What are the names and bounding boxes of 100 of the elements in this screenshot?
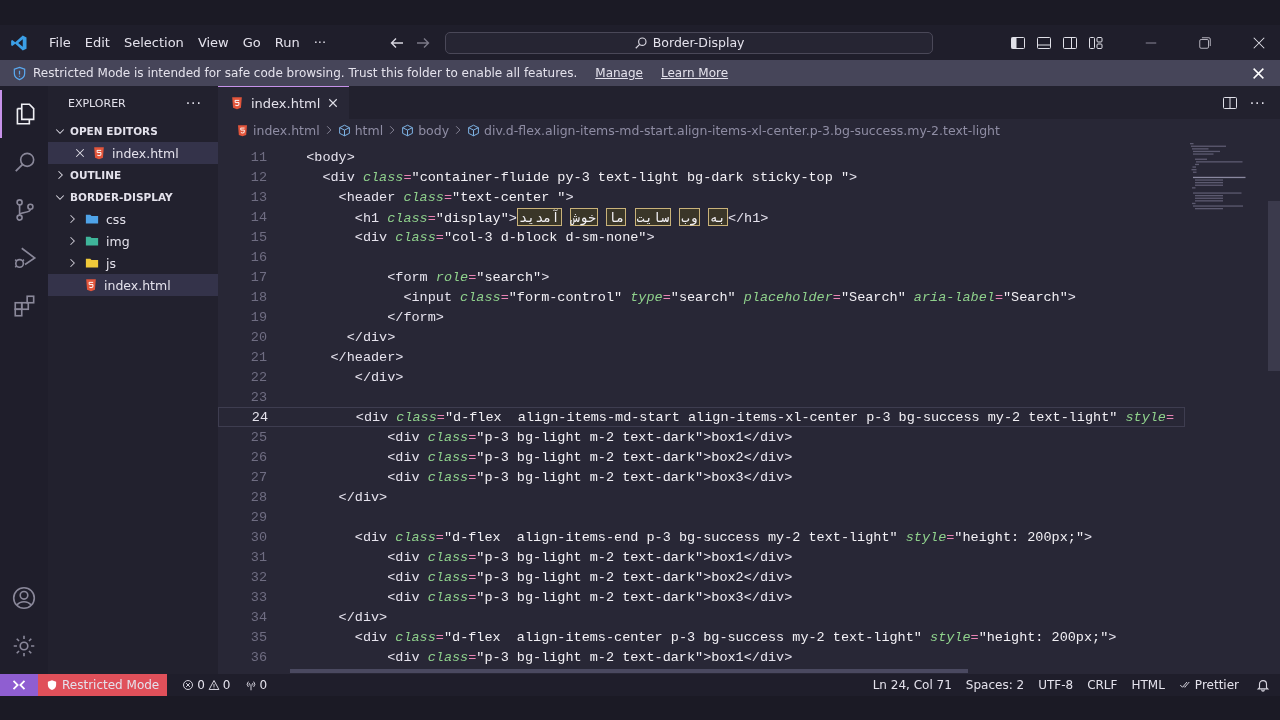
horizontal-scrollbar[interactable] [290, 669, 968, 673]
close-icon[interactable] [1252, 35, 1266, 50]
close-icon[interactable] [327, 97, 340, 109]
code-line: <div class="p-3 bg-light m-2 text-dark">box1</div> [386, 649, 793, 665]
section-title: OPEN EDITORS [70, 125, 158, 137]
status-item[interactable]: UTF-8 [1031, 678, 1081, 692]
sidebar-toggle-icon[interactable] [1010, 34, 1026, 51]
code-line: </div> [345, 329, 396, 345]
line-number: 33 [249, 589, 268, 605]
problems-status[interactable]: 0 0 [175, 678, 238, 692]
menu-item[interactable]: ··· [306, 35, 334, 50]
menu-item[interactable]: Go [235, 35, 268, 50]
cube-icon [337, 123, 351, 137]
line-number: 20 [249, 329, 268, 345]
file-tree-item[interactable]: index.html [48, 274, 218, 296]
split-editor-icon[interactable] [1221, 94, 1238, 111]
code-line: <body> [305, 149, 355, 165]
error-icon [182, 679, 195, 691]
more-actions-button[interactable]: ··· [1249, 94, 1266, 111]
line-number: 32 [249, 569, 268, 585]
line-number: 30 [249, 529, 268, 545]
status-item[interactable]: HTML [1124, 678, 1172, 692]
menu-item[interactable]: Selection [116, 35, 191, 50]
file-name: index.html [112, 145, 179, 161]
breadcrumb-label: index.html [253, 122, 320, 138]
line-number: 19 [249, 309, 268, 325]
double-check-icon [1178, 679, 1192, 691]
line-number: 13 [249, 189, 268, 205]
status-item[interactable]: Ln 24, Col 71 [865, 678, 959, 692]
section-header[interactable]: OPEN EDITORS [48, 120, 218, 142]
line-number: 24 [250, 409, 269, 425]
line-number: 36 [249, 649, 268, 665]
account-icon[interactable] [11, 585, 37, 611]
menu-item[interactable]: Run [267, 35, 307, 50]
cube-icon [467, 123, 481, 137]
line-number: 28 [249, 489, 268, 505]
menu-item[interactable]: View [190, 35, 236, 50]
section-header[interactable]: BORDER-DISPLAY [48, 186, 218, 208]
line-number: 16 [249, 249, 268, 265]
file-tree-item[interactable]: js [48, 252, 218, 274]
editor-tab[interactable]: index.html [218, 86, 350, 119]
remote-icon[interactable] [0, 674, 38, 696]
restore-icon[interactable] [1198, 35, 1212, 50]
code-line: <form role="search"> [386, 269, 550, 285]
status-item[interactable]: CRLF [1080, 678, 1125, 692]
line-number: 25 [249, 429, 268, 445]
cube-icon [401, 123, 415, 137]
broadcast-icon [244, 679, 257, 691]
breadcrumb-item[interactable]: index.html [236, 122, 320, 138]
code-line: <header class="text-center "> [337, 189, 574, 205]
settings-icon[interactable] [11, 633, 37, 659]
secondary-sidebar-icon[interactable] [1062, 34, 1078, 51]
line-number: 34 [249, 609, 268, 625]
file-name: img [106, 233, 130, 249]
banner-link[interactable]: Learn More [660, 66, 729, 80]
layout-icon[interactable] [1088, 34, 1104, 51]
code-line: <div class="p-3 bg-light m-2 text-dark">box2</div> [386, 569, 793, 585]
code-line: <div class="col-3 d-block d-sm-none"> [353, 229, 655, 245]
command-center[interactable]: Border-Display [445, 31, 934, 54]
code-line: <input class="form-control" type="search" placeholder="Search" aria-label="Search"> [402, 289, 1076, 305]
more-actions-button[interactable]: ··· [185, 95, 202, 111]
line-number: 31 [249, 549, 268, 565]
folder-icon [84, 234, 100, 248]
line-number: 23 [249, 389, 268, 405]
run-debug-icon [12, 245, 38, 271]
menu-item[interactable]: Edit [77, 35, 117, 50]
code-line: </div> [337, 609, 388, 625]
line-number: 17 [249, 269, 268, 285]
close-icon[interactable] [74, 147, 86, 159]
breadcrumb-item[interactable]: html [337, 122, 384, 138]
notifications-icon[interactable] [1256, 678, 1270, 692]
file-name: js [106, 255, 116, 271]
file-tree-item[interactable]: img [48, 230, 218, 252]
file-name: index.html [104, 277, 171, 293]
line-number: 21 [249, 349, 268, 365]
menu-item[interactable]: File [42, 35, 78, 50]
html-file-icon [230, 96, 244, 110]
file-tree-item[interactable]: index.html [48, 142, 218, 164]
breadcrumb-item[interactable]: body [401, 122, 450, 138]
line-number: 27 [249, 469, 268, 485]
section-header[interactable]: OUTLINE [48, 164, 218, 186]
file-tree-item[interactable]: css [48, 208, 218, 230]
sidebar-title: EXPLORER [68, 96, 126, 110]
line-number: 15 [249, 229, 268, 245]
formatter-status[interactable]: Prettier [1171, 678, 1246, 692]
code-line: <div class="p-3 bg-light m-2 text-dark">box1</div> [386, 549, 793, 565]
panel-toggle-icon[interactable] [1036, 34, 1052, 51]
line-number: 18 [249, 289, 268, 305]
status-item[interactable]: Spaces: 2 [958, 678, 1032, 692]
vscode-logo-icon[interactable] [10, 33, 28, 52]
ports-status[interactable]: 0 [237, 678, 275, 692]
code-line: </div> [337, 489, 388, 505]
shield-icon [46, 679, 58, 691]
banner-link[interactable]: Manage [595, 66, 643, 80]
file-name: css [106, 211, 126, 227]
code-line: <div class="p-3 bg-light m-2 text-dark">box3</div> [386, 589, 793, 605]
banner-message: Restricted Mode is intended for safe code browsing. Trust this folder to enable all features. [33, 66, 578, 80]
html-file-icon [236, 123, 249, 137]
code-line: </div> [353, 369, 404, 385]
code-line: <div class="p-3 bg-light m-2 text-dark">box2</div> [386, 449, 793, 465]
